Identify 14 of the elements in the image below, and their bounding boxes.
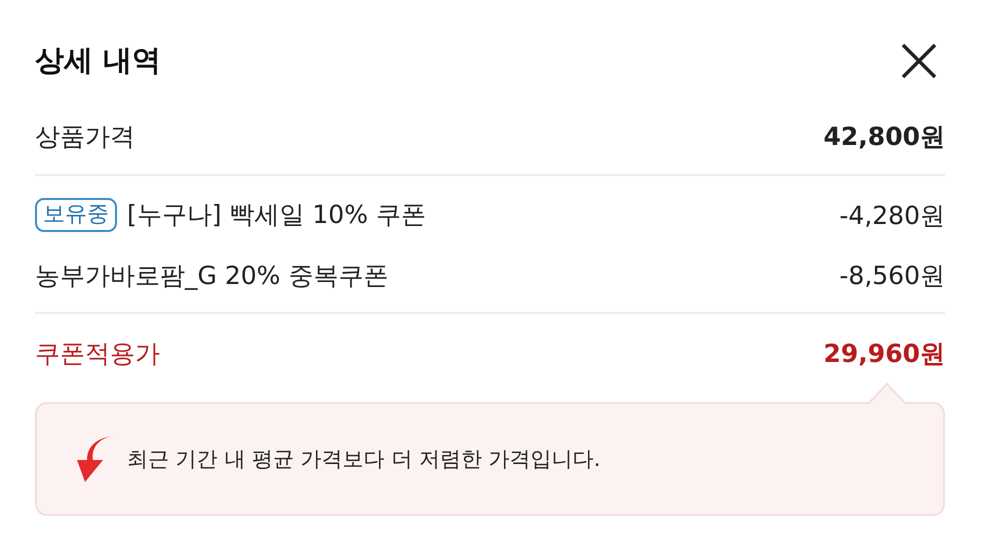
item-label: 상품가격 <box>35 120 135 152</box>
item-amount: 42,800원 <box>824 120 945 152</box>
owned-badge: 보유중 <box>35 198 117 232</box>
total-amount: 29,960원 <box>824 338 945 370</box>
dialog-title: 상세 내역 <box>35 42 162 79</box>
close-icon <box>901 43 937 79</box>
down-arrow-icon <box>77 436 113 482</box>
notice-text: 최근 기간 내 평균 가격보다 더 저렴한 가격입니다. <box>127 446 600 473</box>
total-label: 쿠폰적용가 <box>35 338 160 370</box>
coupon-label: 농부가바로팜_G 20% 중복쿠폰 <box>35 260 388 292</box>
close-button[interactable] <box>899 41 939 81</box>
discount-amount: -4,280원 <box>839 200 945 232</box>
discount-amount: -8,560원 <box>839 260 945 292</box>
coupon-label: [누구나] 빡세일 10% 쿠폰 <box>127 199 426 232</box>
